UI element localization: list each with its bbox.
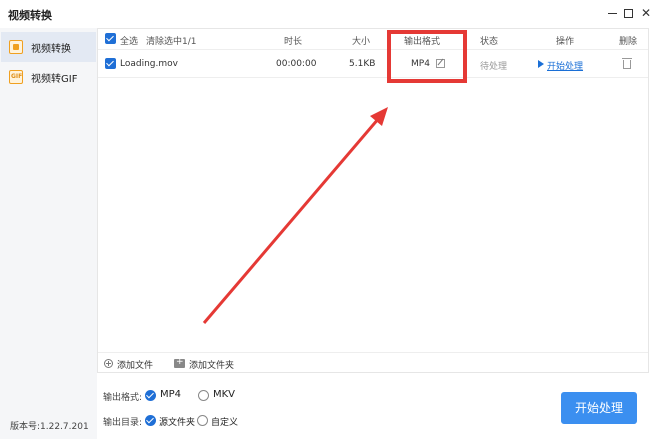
file-size: 5.1KB: [349, 59, 376, 69]
dir-source-label[interactable]: 源文件夹: [159, 415, 195, 428]
sidebar-item-video-convert[interactable]: 视频转换: [1, 32, 96, 62]
add-file-icon: [104, 359, 113, 368]
file-list-panel: 全选 清除选中1/1 时长 大小 输出格式 状态 操作 删除 Loading.m…: [97, 28, 649, 373]
minimize-icon: [607, 13, 617, 14]
window-title: 视频转换: [8, 9, 52, 22]
column-header-duration: 时长: [284, 37, 303, 47]
output-format-label: 输出格式:: [103, 393, 143, 403]
add-file-button[interactable]: 添加文件: [117, 358, 153, 371]
sidebar-item-label: 视频转GIF: [31, 74, 78, 85]
sidebar: 视频转换 GIF 视频转GIF: [0, 28, 97, 439]
table-row[interactable]: Loading.mov 00:00:00 5.1KB MP4 待处理 开始处理: [98, 50, 648, 78]
column-header-size: 大小: [352, 37, 371, 47]
format-mp4-label[interactable]: MP4: [160, 389, 181, 400]
format-mp4-radio[interactable]: [145, 390, 156, 401]
add-folder-button[interactable]: 添加文件夹: [189, 358, 234, 371]
dir-custom-label[interactable]: 自定义: [211, 415, 238, 428]
gif-icon: GIF: [9, 70, 23, 84]
file-name: Loading.mov: [120, 59, 178, 69]
table-header: 全选 清除选中1/1 时长 大小 输出格式 状态 操作 删除: [98, 29, 648, 50]
status-text: 待处理: [480, 62, 508, 72]
column-header-delete: 删除: [619, 37, 638, 47]
add-folder-icon: [174, 357, 185, 368]
output-dir-label: 输出目录:: [103, 418, 143, 428]
format-mkv-radio[interactable]: [198, 390, 209, 401]
start-process-link[interactable]: 开始处理: [547, 59, 583, 72]
file-duration: 00:00:00: [276, 59, 317, 69]
title-bar: 视频转换 ✕: [0, 0, 660, 28]
maximize-button[interactable]: [620, 5, 636, 21]
select-all-label[interactable]: 全选: [120, 34, 138, 47]
dir-source-radio[interactable]: [145, 415, 156, 426]
minimize-button[interactable]: [604, 5, 620, 21]
select-all-checkbox[interactable]: [105, 33, 116, 44]
sidebar-item-label: 视频转换: [31, 44, 71, 55]
version-label: 版本号:1.22.7.201: [10, 422, 89, 432]
play-icon: [538, 60, 544, 68]
format-mkv-label[interactable]: MKV: [213, 389, 235, 400]
trash-icon[interactable]: [622, 58, 632, 69]
row-checkbox[interactable]: [105, 58, 116, 69]
maximize-icon: [623, 9, 633, 18]
close-button[interactable]: ✕: [638, 5, 654, 21]
sidebar-item-video-to-gif[interactable]: GIF 视频转GIF: [1, 62, 96, 92]
column-header-status: 状态: [480, 37, 499, 47]
clear-selected-link[interactable]: 清除选中1/1: [146, 34, 197, 47]
column-header-action: 操作: [556, 37, 575, 47]
panel-footer: 添加文件 添加文件夹: [98, 352, 648, 373]
video-convert-icon: [9, 40, 23, 54]
start-process-button[interactable]: 开始处理: [561, 392, 637, 424]
dir-custom-radio[interactable]: [197, 415, 208, 426]
annotation-highlight-box: [387, 30, 467, 83]
